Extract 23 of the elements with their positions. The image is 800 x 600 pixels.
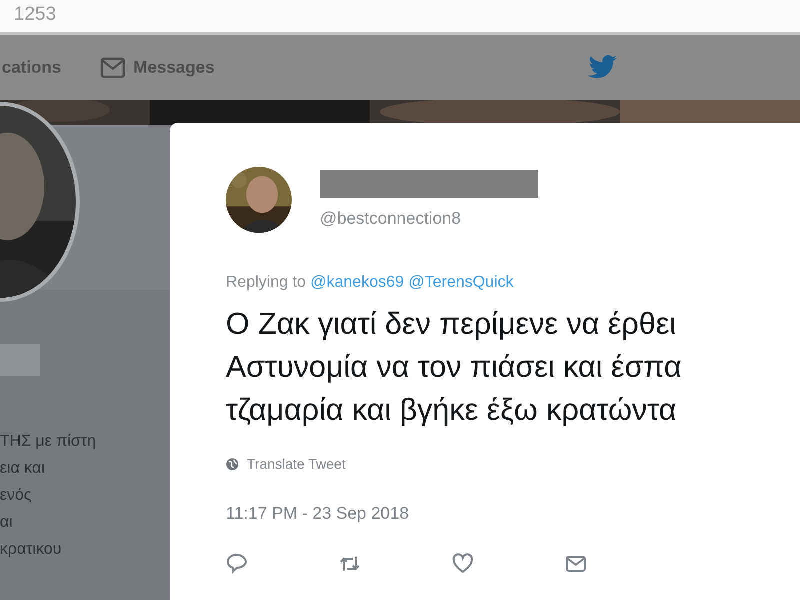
timestamp: 11:17 PM - 23 Sep 2018 bbox=[226, 503, 410, 525]
redaction-bar bbox=[0, 344, 40, 376]
address-text: 1253 bbox=[14, 4, 56, 25]
heart-icon[interactable] bbox=[452, 553, 474, 576]
tweet-text-line: Ο Ζακ γιατί δεν περίμενε να έρθει bbox=[226, 306, 678, 343]
bio-line: εια και bbox=[0, 459, 46, 479]
mail-icon bbox=[100, 56, 126, 78]
nav-link[interactable]: cations bbox=[2, 54, 62, 80]
nav-link[interactable]: Messages bbox=[100, 54, 215, 80]
mention-link[interactable]: @kanekos69 bbox=[310, 274, 404, 291]
user-handle: @bestconnection8 bbox=[320, 208, 462, 230]
tweet-text-line: τζαμαρία και βγήκε έξω κρατώντα bbox=[226, 392, 678, 429]
bio-line: κρατικου bbox=[0, 540, 63, 560]
replying-label: Replying to bbox=[226, 274, 306, 291]
reply-icon[interactable] bbox=[226, 553, 248, 576]
bio-line: ενός bbox=[0, 486, 33, 506]
mention-link[interactable]: @TerensQuick bbox=[408, 274, 514, 291]
tweet-text-line: Αστυνομία να τον πιάσει και έσπα bbox=[226, 349, 683, 386]
bio-line: ΤΗΣ με πίστη bbox=[0, 432, 96, 452]
globe-icon bbox=[226, 458, 239, 471]
bird-icon[interactable] bbox=[588, 55, 618, 80]
translate-link[interactable]: Translate Tweet bbox=[226, 454, 346, 475]
bio-line: αι bbox=[0, 513, 14, 533]
